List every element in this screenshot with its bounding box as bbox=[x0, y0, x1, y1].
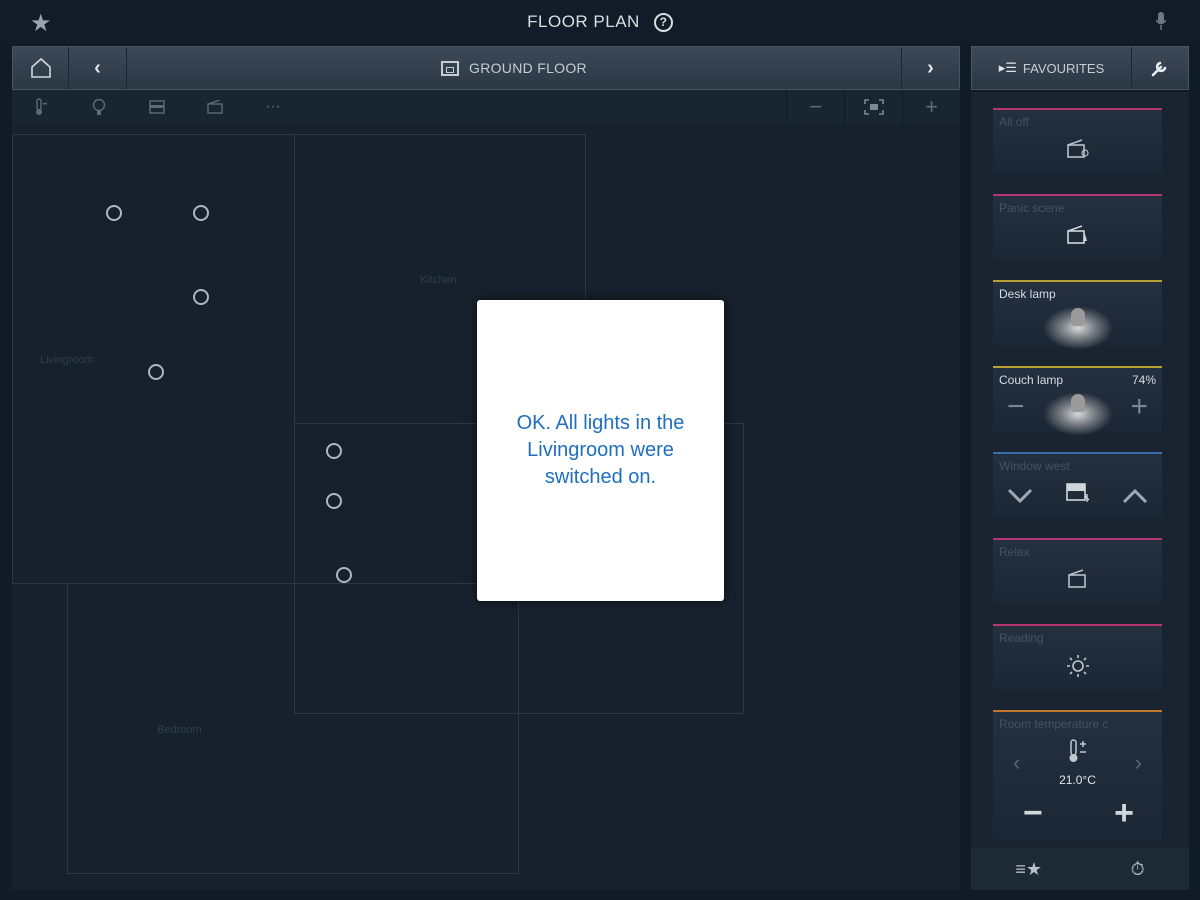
top-bar: ★ FLOOR PLAN ? bbox=[0, 0, 1200, 44]
floor-header: ‹ GROUND FLOOR › bbox=[12, 46, 960, 90]
dim-up-button[interactable]: + bbox=[1130, 392, 1148, 422]
previous-floor-button[interactable]: ‹ bbox=[69, 47, 127, 89]
dim-level: 74% bbox=[1131, 373, 1156, 387]
room-label-kitchen: Kitchen bbox=[420, 274, 457, 286]
tile-label: All off bbox=[999, 115, 1029, 129]
tile-label: Room temperature c bbox=[999, 717, 1109, 731]
light-bulb-icon bbox=[1070, 394, 1085, 412]
home-button[interactable] bbox=[13, 47, 69, 89]
scene-filter-icon[interactable] bbox=[186, 90, 244, 124]
tile-label: Relax bbox=[999, 545, 1030, 559]
tile-couch-lamp[interactable]: Couch lamp 74% − + bbox=[993, 366, 1162, 436]
floor-name-label: GROUND FLOOR bbox=[469, 60, 587, 76]
thermometer-icon bbox=[1069, 739, 1086, 762]
tile-room-temperature[interactable]: Room temperature c ‹ 21.0°C › − + bbox=[993, 710, 1162, 840]
fit-screen-icon bbox=[863, 99, 884, 115]
fit-to-screen-button[interactable] bbox=[844, 90, 902, 124]
temperature-up-button[interactable]: + bbox=[1114, 794, 1134, 833]
wrench-icon[interactable] bbox=[1132, 47, 1188, 89]
shade-filter-icon[interactable] bbox=[128, 90, 186, 124]
favourites-list: All off Panic scene Desk lamp Couch lamp… bbox=[971, 92, 1189, 848]
plan-toolbar: ··· − + bbox=[12, 90, 960, 124]
zoom-out-button[interactable]: − bbox=[786, 90, 844, 124]
dialog-message: OK. All lights in the Livingroom were sw… bbox=[516, 412, 685, 488]
temperature-down-button[interactable]: − bbox=[1023, 794, 1043, 833]
dim-down-button[interactable]: − bbox=[1007, 392, 1025, 422]
home-icon bbox=[30, 57, 51, 78]
thermometer-filter-icon[interactable] bbox=[12, 90, 70, 124]
device-marker[interactable] bbox=[106, 205, 122, 221]
favourites-tab[interactable]: ▸☰ FAVOURITES bbox=[972, 47, 1132, 89]
tile-window-west[interactable]: Window west bbox=[993, 452, 1162, 518]
device-marker[interactable] bbox=[193, 289, 209, 305]
favourites-header: ▸☰ FAVOURITES bbox=[971, 46, 1189, 90]
tile-all-off[interactable]: All off bbox=[993, 108, 1162, 174]
more-filters-icon[interactable]: ··· bbox=[244, 90, 302, 124]
next-floor-button[interactable]: › bbox=[901, 47, 959, 89]
device-marker[interactable] bbox=[326, 443, 342, 459]
floor-selector[interactable]: GROUND FLOOR bbox=[127, 60, 901, 76]
chevron-right-icon[interactable]: › bbox=[1135, 750, 1142, 776]
tile-label: Desk lamp bbox=[999, 287, 1056, 301]
timer-icon[interactable]: ⏱ bbox=[1131, 859, 1145, 880]
shade-down-button[interactable] bbox=[1007, 488, 1033, 504]
favourites-footer: ≡★ ⏱ bbox=[971, 848, 1189, 890]
tile-label: Reading bbox=[999, 631, 1044, 645]
tile-label: Panic scene bbox=[999, 201, 1065, 215]
help-icon[interactable]: ? bbox=[653, 12, 673, 32]
scene-icon bbox=[1067, 569, 1086, 588]
zoom-in-button[interactable]: + bbox=[902, 90, 960, 124]
tile-label: Window west bbox=[999, 459, 1070, 473]
star-icon[interactable]: ★ bbox=[30, 9, 52, 38]
list-icon: ▸☰ bbox=[998, 60, 1017, 75]
device-marker[interactable] bbox=[326, 493, 342, 509]
shade-up-button[interactable] bbox=[1122, 488, 1148, 504]
room-label-bedroom: Bedroom bbox=[157, 724, 202, 736]
sun-icon bbox=[1066, 655, 1089, 677]
tile-relax[interactable]: Relax bbox=[993, 538, 1162, 604]
tile-reading[interactable]: Reading bbox=[993, 624, 1162, 690]
window-shade-icon bbox=[1065, 483, 1089, 502]
confirmation-dialog[interactable]: OK. All lights in the Livingroom were sw… bbox=[477, 300, 724, 601]
scene-icon bbox=[1066, 225, 1087, 244]
device-marker[interactable] bbox=[148, 364, 164, 380]
floorplan-icon bbox=[441, 60, 460, 76]
page-title: FLOOR PLAN bbox=[527, 12, 640, 31]
favourites-title: FAVOURITES bbox=[1022, 60, 1105, 76]
tile-desk-lamp[interactable]: Desk lamp bbox=[993, 280, 1162, 350]
scene-icon bbox=[1066, 139, 1089, 158]
microphone-icon[interactable] bbox=[1156, 12, 1166, 30]
room-bedroom[interactable] bbox=[67, 583, 519, 874]
device-marker[interactable] bbox=[336, 567, 352, 583]
tile-label: Couch lamp bbox=[999, 373, 1064, 387]
light-bulb-icon bbox=[1070, 308, 1085, 326]
room-label-livingroom: Livingroom bbox=[40, 354, 94, 366]
edit-favourites-icon[interactable]: ≡★ bbox=[1015, 859, 1042, 880]
light-filter-icon[interactable] bbox=[70, 90, 128, 124]
tile-panic-scene[interactable]: Panic scene bbox=[993, 194, 1162, 260]
device-marker[interactable] bbox=[193, 205, 209, 221]
